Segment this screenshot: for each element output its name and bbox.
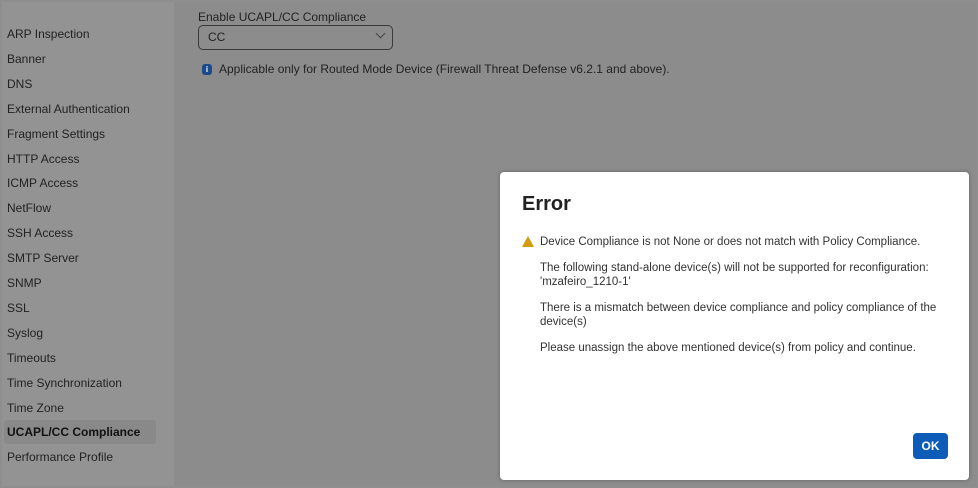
ok-button[interactable]: OK (913, 433, 948, 459)
sidebar-item[interactable]: Syslog (4, 321, 156, 345)
compliance-select-value: CC (208, 30, 226, 44)
warning-icon (522, 236, 534, 247)
sidebar-item[interactable]: HTTP Access (4, 147, 156, 171)
sidebar-item[interactable]: Banner (4, 47, 156, 71)
info-text: Applicable only for Routed Mode Device (… (219, 62, 670, 76)
sidebar-item[interactable]: ARP Inspection (4, 22, 156, 46)
dialog-line-4: Please unassign the above mentioned devi… (540, 342, 916, 354)
info-icon: i (202, 64, 212, 75)
dialog-line-2: The following stand-alone device(s) will… (540, 262, 929, 288)
sidebar-item[interactable]: Fragment Settings (4, 122, 156, 146)
sidebar-item[interactable]: Timeouts (4, 346, 156, 370)
chevron-down-icon (375, 28, 386, 39)
sidebar-item[interactable]: SSL (4, 296, 156, 320)
sidebar-item[interactable]: NetFlow (4, 196, 156, 220)
sidebar-item[interactable]: SSH Access (4, 221, 156, 245)
sidebar-item[interactable]: UCAPL/CC Compliance (4, 420, 156, 445)
sidebar-item[interactable]: SNMP (4, 271, 156, 295)
sidebar-item[interactable]: External Authentication (4, 97, 156, 121)
error-dialog: Error Device Compliance is not None or d… (500, 172, 969, 480)
sidebar-item[interactable]: Performance Profile (4, 445, 156, 469)
compliance-label: Enable UCAPL/CC Compliance (198, 10, 367, 24)
sidebar-item[interactable]: SMTP Server (4, 246, 156, 270)
dialog-title: Error (522, 193, 571, 215)
sidebar-item[interactable]: DNS (4, 72, 156, 96)
dialog-line-3: There is a mismatch between device compl… (540, 302, 937, 328)
sidebar-item[interactable]: Time Zone (4, 396, 156, 420)
compliance-select[interactable]: CC (198, 25, 393, 50)
sidebar-item[interactable]: Time Synchronization (4, 371, 156, 395)
sidebar: ARP Inspection Banner DNS External Authenti… (2, 2, 174, 486)
sidebar-item[interactable]: ICMP Access (4, 171, 156, 195)
dialog-line-1: Device Compliance is not None or does no… (540, 236, 921, 248)
